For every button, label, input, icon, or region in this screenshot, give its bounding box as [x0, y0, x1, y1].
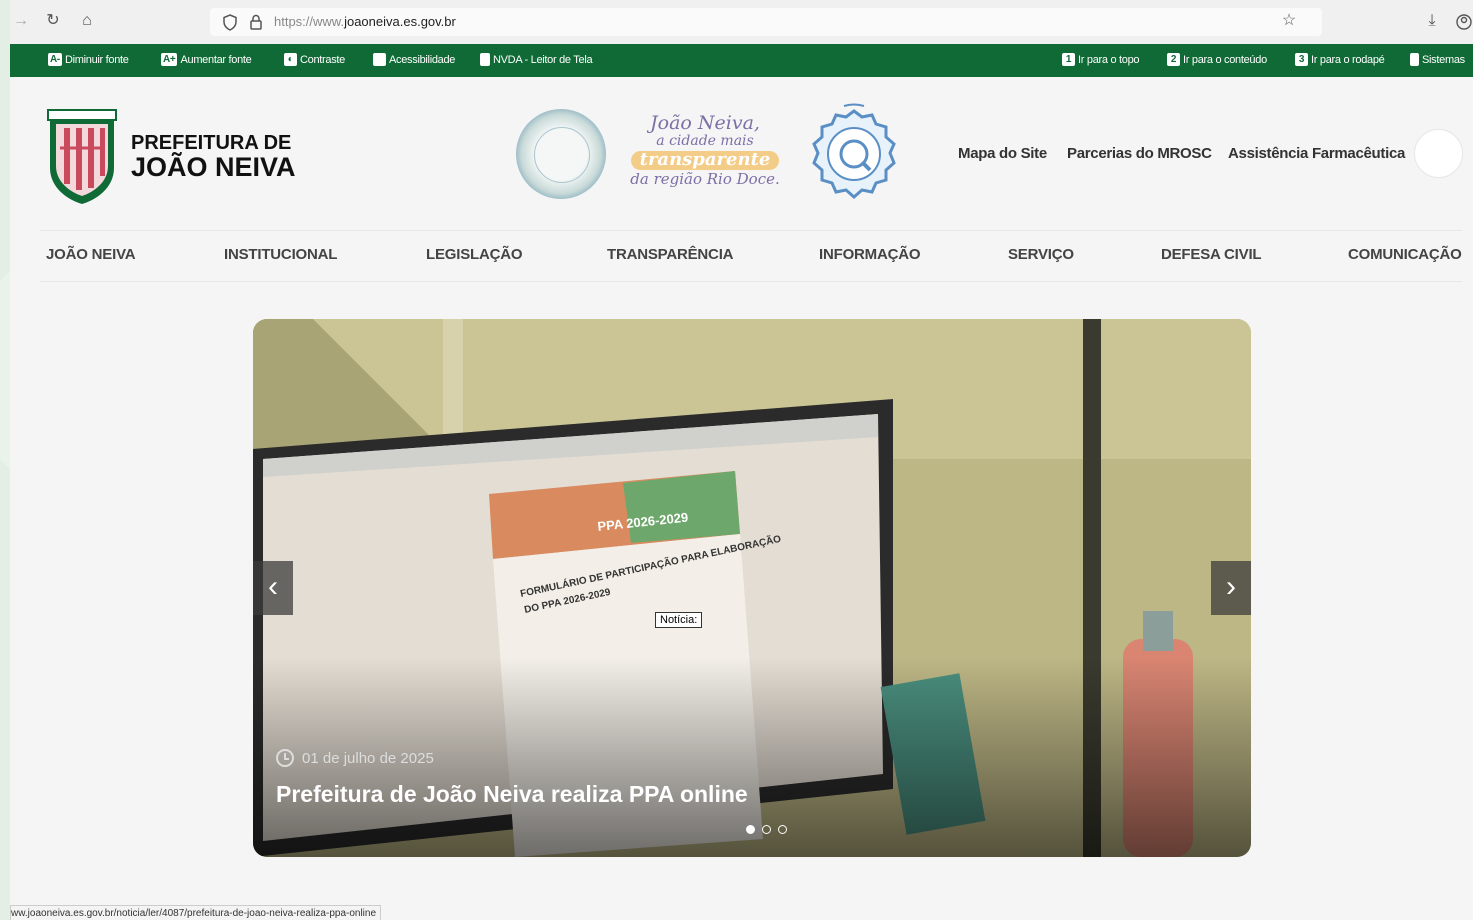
accessibility-bar: A- Diminuir fonte A+ Aumentar fonte ◐ Co… [10, 44, 1473, 77]
accessibility-button[interactable]: Acessibilidade [373, 53, 455, 66]
mrosc-partnerships-link[interactable]: Parcerias do MROSC [1067, 145, 1212, 162]
slide-tooltip: Notícia: [655, 612, 703, 628]
nvda-icon [480, 53, 490, 66]
goto-content-link[interactable]: 2 Ir para o conteúdo [1167, 53, 1267, 66]
nav-item-comunicacao[interactable]: COMUNICAÇÃO [1348, 246, 1462, 263]
pharmacy-assistance-link[interactable]: Assistência Farmacêutica [1228, 145, 1405, 162]
nav-item-servico[interactable]: SERVIÇO [1008, 246, 1074, 263]
home-icon[interactable]: ⌂ [76, 10, 98, 32]
key-2-icon: 2 [1167, 53, 1180, 66]
bookmark-star-icon[interactable]: ☆ [1278, 10, 1300, 32]
brand-name[interactable]: PREFEITURA DE JOÃO NEIVA [131, 133, 296, 181]
shield-icon[interactable] [222, 14, 238, 31]
decrease-font-button[interactable]: A- Diminuir fonte [48, 53, 129, 66]
nav-item-defesa-civil[interactable]: DEFESA CIVIL [1161, 246, 1262, 263]
accessibility-icon [373, 53, 386, 66]
city-crest-logo[interactable] [44, 108, 120, 206]
url-text[interactable]: https://www.joaoneiva.es.gov.br [274, 14, 456, 29]
nav-item-legislacao[interactable]: LEGISLAÇÃO [426, 246, 523, 263]
slide-date: 01 de julho de 2025 [276, 749, 434, 767]
increase-font-icon: A+ [161, 53, 178, 66]
lock-icon[interactable] [249, 14, 263, 30]
nvda-button[interactable]: NVDA - Leitor de Tela [480, 53, 593, 66]
key-3-icon: 3 [1295, 53, 1308, 66]
search-toggle-icon[interactable] [1414, 129, 1463, 178]
contrast-icon: ◐ [284, 53, 297, 66]
slide-title[interactable]: Prefeitura de João Neiva realiza PPA onl… [276, 781, 748, 808]
key-1-icon: 1 [1062, 53, 1075, 66]
systems-button[interactable]: Sistemas [1410, 53, 1465, 66]
slider-dot-3[interactable] [778, 825, 787, 834]
nav-item-transparencia[interactable]: TRANSPARÊNCIA [607, 246, 733, 263]
browser-toolbar: → ↻ ⌂ https://www.joaoneiva.es.gov.br ☆ … [10, 0, 1473, 44]
transparency-tagline: João Neiva, a cidade mais transparente d… [630, 112, 780, 188]
systems-icon [1410, 53, 1419, 66]
contrast-button[interactable]: ◐ Contraste [284, 53, 345, 66]
slider-dots [746, 825, 787, 834]
account-icon[interactable] [1456, 14, 1472, 30]
browser-window: → ↻ ⌂ https://www.joaoneiva.es.gov.br ☆ … [10, 0, 1473, 920]
reload-icon[interactable]: ↻ [42, 10, 64, 32]
news-slider[interactable]: PPA 2026-2029 FORMULÁRIO DE PARTICIPAÇÃO… [253, 319, 1251, 857]
decrease-font-icon: A- [48, 53, 62, 66]
slider-prev-button[interactable]: ‹ [253, 561, 293, 615]
nav-item-joao-neiva[interactable]: JOÃO NEIVA [46, 246, 136, 263]
slider-dot-1[interactable] [746, 825, 755, 834]
transparency-seal-icon[interactable] [516, 109, 606, 199]
forward-icon[interactable]: → [10, 10, 32, 32]
nav-item-informacao[interactable]: INFORMAÇÃO [819, 246, 921, 263]
goto-top-link[interactable]: 1 Ir para o topo [1062, 53, 1140, 66]
main-navigation: JOÃO NEIVA INSTITUCIONAL LEGISLAÇÃO TRAN… [40, 230, 1462, 282]
increase-font-button[interactable]: A+ Aumentar fonte [161, 53, 252, 66]
slider-dot-2[interactable] [762, 825, 771, 834]
status-bar-url: ww.joaoneiva.es.gov.br/noticia/ler/4087/… [10, 905, 382, 920]
quality-seal-icon[interactable] [806, 103, 902, 207]
slider-next-button[interactable]: › [1211, 561, 1251, 615]
nav-item-institucional[interactable]: INSTITUCIONAL [224, 246, 337, 263]
site-map-link[interactable]: Mapa do Site [958, 145, 1047, 162]
goto-footer-link[interactable]: 3 Ir para o rodapé [1295, 53, 1385, 66]
clock-icon [276, 749, 294, 767]
download-icon[interactable]: ⤓ [1421, 10, 1443, 32]
